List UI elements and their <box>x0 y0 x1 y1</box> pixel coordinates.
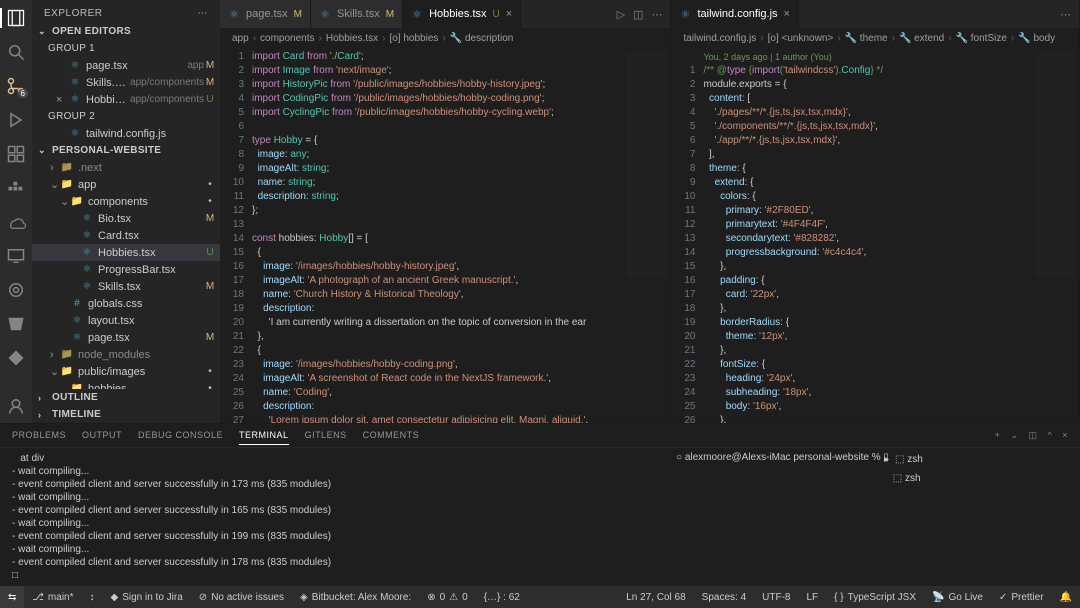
tree-item[interactable]: ⚛Hobbies.tsxU <box>32 244 220 261</box>
terminal-session[interactable]: ⬚ zsh <box>880 471 1068 486</box>
tree-item[interactable]: ⚛Bio.tsxM <box>32 210 220 227</box>
tree-item[interactable]: ⌄📁app• <box>32 176 220 193</box>
file-tree: ›📁.next⌄📁app•⌄📁components•⚛Bio.tsxM⚛Card… <box>32 159 220 389</box>
run-debug-icon[interactable] <box>6 110 26 130</box>
editor-tab[interactable]: ⚛page.tsxM <box>220 0 311 28</box>
cloud-icon[interactable] <box>6 212 26 232</box>
tree-item[interactable]: ⌄📁hobbies• <box>32 380 220 389</box>
bottom-panel: PROBLEMS OUTPUT DEBUG CONSOLE TERMINAL GITLE… <box>0 423 1080 586</box>
panel-tab[interactable]: DEBUG CONSOLE <box>138 426 223 445</box>
tree-item[interactable]: ›📁.next <box>32 159 220 176</box>
group-1: GROUP 1 <box>32 40 220 57</box>
minimap[interactable] <box>622 48 670 423</box>
sync-indicator[interactable]: ↕ <box>82 586 103 608</box>
group-2: GROUP 2 <box>32 108 220 125</box>
maximize-icon[interactable]: ^ <box>1048 430 1053 441</box>
timeline-section[interactable]: ›TIMELINE <box>32 406 220 423</box>
panel-tab[interactable]: GITLENS <box>305 426 347 445</box>
encoding[interactable]: UTF-8 <box>754 586 798 608</box>
close-tab-icon[interactable]: × <box>784 8 790 20</box>
extensions-icon[interactable] <box>6 144 26 164</box>
more-icon[interactable]: ⋯ <box>651 8 662 21</box>
tree-item[interactable]: ⚛Card.tsx <box>32 227 220 244</box>
tree-item[interactable]: #globals.css <box>32 295 220 312</box>
bitbucket-user[interactable]: ◈Bitbucket: Alex Moore: <box>292 586 419 608</box>
indentation[interactable]: Spaces: 4 <box>694 586 754 608</box>
tree-item[interactable]: ⚛page.tsxM <box>32 329 220 346</box>
open-editors-section[interactable]: ⌄OPEN EDITORS <box>32 23 220 40</box>
breadcrumbs-right[interactable]: tailwind.config.js›[ᴏ] <unknown>›🔧 theme… <box>671 28 1079 48</box>
tree-item[interactable]: ⚛layout.tsx <box>32 312 220 329</box>
eol[interactable]: LF <box>799 586 827 608</box>
cursor-position[interactable]: Ln 27, Col 68 <box>618 586 694 608</box>
panel-tab[interactable]: OUTPUT <box>82 426 122 445</box>
explorer-icon[interactable] <box>6 8 26 28</box>
run-icon[interactable]: ▷ <box>617 8 625 21</box>
problems-count[interactable]: ⊗0⚠0 <box>419 586 475 608</box>
selection-info[interactable]: {…} : 62 <box>476 586 528 608</box>
editor-group: ⚛page.tsxM⚛Skills.tsxM⚛Hobbies.tsxU× ▷ ◫… <box>220 0 1080 423</box>
account-icon[interactable] <box>6 396 26 416</box>
search-icon[interactable] <box>6 42 26 62</box>
terminal-session[interactable]: ▸⬚ zsh <box>880 452 1068 467</box>
split-terminal-icon[interactable]: ◫ <box>1028 430 1037 441</box>
close-panel-icon[interactable]: × <box>1062 430 1068 441</box>
more-icon[interactable]: ⋯ <box>1060 8 1071 21</box>
source-control-icon[interactable]: 6 <box>6 76 26 96</box>
editor-pane-right: ⚛tailwind.config.js× ⋯ tailwind.config.j… <box>671 0 1080 423</box>
panel-tab[interactable]: TERMINAL <box>239 426 289 445</box>
new-terminal-icon[interactable]: + <box>995 430 1001 441</box>
open-editor-item[interactable]: ⚛page.tsxappM <box>32 57 220 74</box>
project-section[interactable]: ⌄PERSONAL-WEBSITE <box>32 142 220 159</box>
tree-item[interactable]: ⚛Skills.tsxM <box>32 278 220 295</box>
split-icon[interactable]: ◫ <box>633 8 643 21</box>
editor-tab[interactable]: ⚛Skills.tsxM <box>311 0 403 28</box>
remote-indicator[interactable]: ⇆ <box>0 586 24 608</box>
remote-explorer-icon[interactable] <box>6 246 26 266</box>
open-editor-item[interactable]: ×⚛Hobbies.tsxapp/componentsU <box>32 91 220 108</box>
sidebar: EXPLORER ⋯ ⌄OPEN EDITORS GROUP 1 ⚛page.t… <box>32 0 220 423</box>
docker-icon[interactable] <box>6 178 26 198</box>
terminal-prompt: ○ alexmoore@Alexs-iMac personal-website … <box>668 452 868 582</box>
bitbucket-icon[interactable] <box>6 314 26 334</box>
terminal-sessions: ▸⬚ zsh ⬚ zsh <box>868 452 1068 582</box>
tree-item[interactable]: ⚛ProgressBar.tsx <box>32 261 220 278</box>
editor-pane-left: ⚛page.tsxM⚛Skills.tsxM⚛Hobbies.tsxU× ▷ ◫… <box>220 0 671 423</box>
minimap[interactable] <box>1031 48 1079 423</box>
terminal-dropdown-icon[interactable]: ⌄ <box>1010 430 1018 441</box>
editor-tab[interactable]: ⚛Hobbies.tsxU× <box>403 0 521 28</box>
activity-bar: 6 <box>0 0 32 423</box>
close-tab-icon[interactable]: × <box>506 8 512 20</box>
branch-indicator[interactable]: ⎇main* <box>24 586 81 608</box>
tree-item[interactable]: ⌄📁components• <box>32 193 220 210</box>
main-layout: 6 EXPLORER ⋯ ⌄OPEN EDITORS GROUP 1 ⚛page… <box>0 0 1080 423</box>
outline-section[interactable]: ›OUTLINE <box>32 389 220 406</box>
go-live[interactable]: 📡Go Live <box>924 586 991 608</box>
prettier-status[interactable]: ✓Prettier <box>991 586 1052 608</box>
notifications-icon[interactable]: 🔔 <box>1052 586 1080 608</box>
code-area-left[interactable]: 1234567891011121314151617181920212223242… <box>220 48 670 423</box>
open-editor-item[interactable]: ⚛Skills.tsxapp/componentsM <box>32 74 220 91</box>
more-icon[interactable]: ⋯ <box>198 8 209 19</box>
statusbar: ⇆ ⎇main* ↕ ◆Sign in to Jira ⊘No active i… <box>0 586 1080 608</box>
tree-item[interactable]: ⌄📁public/images• <box>32 363 220 380</box>
panel-tab[interactable]: COMMENTS <box>363 426 420 445</box>
tabs-right: ⚛tailwind.config.js× ⋯ <box>671 0 1079 28</box>
editor-tab[interactable]: ⚛tailwind.config.js× <box>671 0 799 28</box>
breadcrumbs-left[interactable]: app›components›Hobbies.tsx›[ᴏ] hobbies›🔧… <box>220 28 670 48</box>
code-area-right[interactable]: 1234567891011121314151617181920212223242… <box>671 48 1079 423</box>
tabs-left: ⚛page.tsxM⚛Skills.tsxM⚛Hobbies.tsxU× ▷ ◫… <box>220 0 670 28</box>
sidebar-title: EXPLORER ⋯ <box>32 0 220 23</box>
issues-indicator[interactable]: ⊘No active issues <box>191 586 292 608</box>
tree-item[interactable]: ›📁node_modules <box>32 346 220 363</box>
open-editor-item[interactable]: ⚛tailwind.config.js <box>32 125 220 142</box>
terminal[interactable]: at div - wait compiling... - event compi… <box>0 448 1080 586</box>
jira-signin[interactable]: ◆Sign in to Jira <box>103 586 191 608</box>
language-mode[interactable]: { }TypeScript JSX <box>826 586 924 608</box>
panel-tabs: PROBLEMS OUTPUT DEBUG CONSOLE TERMINAL GITLE… <box>0 424 1080 448</box>
panel-tab[interactable]: PROBLEMS <box>12 426 66 445</box>
gitlens-icon[interactable] <box>6 280 26 300</box>
jira-icon[interactable] <box>6 348 26 368</box>
